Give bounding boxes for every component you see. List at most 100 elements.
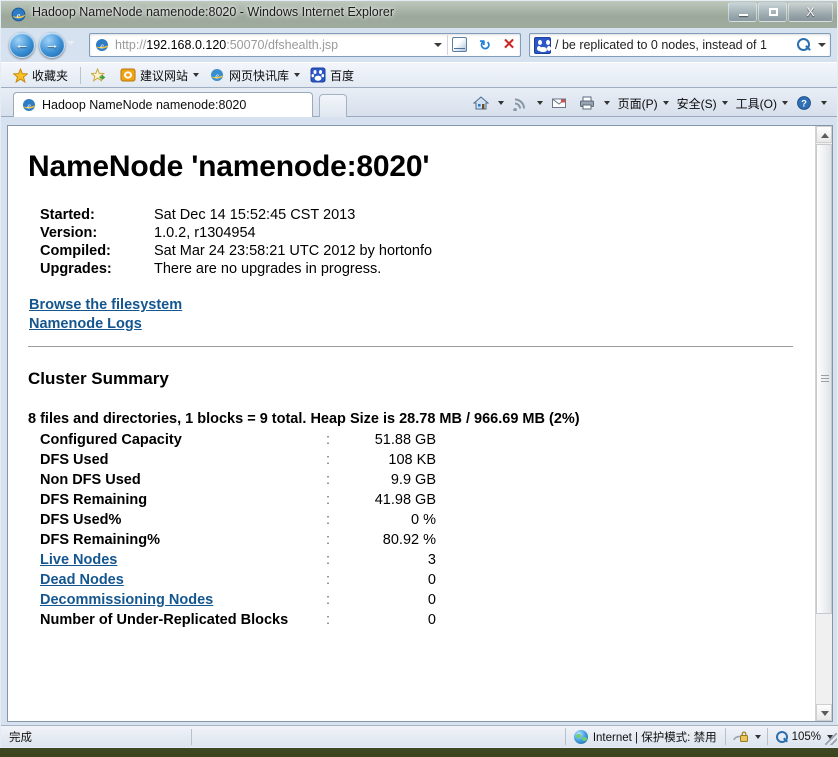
safety-menu-button[interactable]: 安全(S) (673, 92, 732, 114)
address-dropdown-icon[interactable] (429, 34, 447, 56)
forward-button[interactable]: → (39, 32, 65, 58)
divider (191, 728, 192, 745)
home-icon (472, 95, 489, 111)
svg-text:?: ? (801, 99, 807, 110)
link-dead-nodes[interactable]: Dead Nodes (40, 572, 124, 588)
resize-grip-icon[interactable] (825, 733, 837, 745)
meta-key: Version: (40, 225, 98, 241)
divider (80, 66, 82, 84)
chevron-down-icon[interactable] (782, 101, 788, 105)
minimize-button[interactable] (728, 2, 757, 22)
favorites-center-button[interactable]: 收藏夹 (9, 65, 72, 85)
search-provider-dropdown-icon[interactable] (814, 35, 830, 55)
address-bar[interactable]: e http://192.168.0.120:50070/dfshealth.j… (89, 33, 521, 57)
scroll-up-button[interactable] (816, 126, 832, 143)
chevron-down-icon[interactable] (603, 101, 610, 105)
recent-pages-dropdown-icon[interactable] (67, 41, 75, 45)
page-menu-button[interactable]: 页面(P) (614, 92, 673, 114)
home-button[interactable] (469, 92, 508, 114)
link-browse-the-filesystem[interactable]: Browse the filesystem (29, 296, 793, 315)
stat-value: 0 (427, 612, 436, 628)
address-scheme: http:// (115, 38, 147, 52)
stat-colon: : (326, 532, 331, 548)
lock-icon (732, 729, 749, 744)
tab-hadoop-namenode[interactable]: e Hadoop NameNode namenode:8020 (13, 92, 313, 117)
star-icon (13, 67, 28, 83)
compatibility-view-button[interactable] (448, 34, 472, 56)
stat-colon: : (326, 452, 331, 468)
stop-button[interactable]: ✕ (496, 34, 520, 56)
ie-browser-window: e Hadoop NameNode namenode:8020 - Window… (0, 0, 838, 748)
stat-label-decommissioning-nodes: Decommissioning Nodes (40, 590, 326, 610)
chevron-down-icon[interactable] (536, 101, 543, 105)
meta-value: There are no upgrades in progress. (154, 261, 382, 277)
feeds-button[interactable] (508, 92, 547, 114)
back-arrow-icon: ← (14, 36, 30, 53)
close-button[interactable]: X (788, 2, 833, 22)
favorite-label: 建议网站 (140, 68, 189, 83)
privacy-settings-button[interactable] (724, 728, 767, 745)
meta-value: 1.0.2, r1304954 (154, 225, 256, 241)
meta-key: Upgrades: (40, 261, 112, 277)
svg-text:e: e (215, 72, 219, 81)
tools-menu-button[interactable]: 工具(O) (732, 92, 792, 114)
chevron-down-icon[interactable] (294, 73, 301, 77)
refresh-button[interactable]: ↻ (472, 34, 496, 56)
page-title: NameNode 'namenode:8020' (28, 150, 430, 183)
scroll-down-button[interactable] (816, 704, 832, 721)
page-vertical-scrollbar[interactable] (815, 126, 832, 721)
search-box[interactable]: / be replicated to 0 nodes, instead of 1 (529, 33, 831, 57)
globe-icon (573, 729, 588, 744)
link-namenode-logs[interactable]: Namenode Logs (29, 315, 793, 334)
link-live-nodes[interactable]: Live Nodes (40, 552, 117, 568)
favorite-item-web-slice-gallery[interactable]: e 网页快讯库 (205, 65, 304, 85)
chevron-up-icon (821, 133, 829, 138)
favorite-item-baidu[interactable]: 百度 (306, 65, 358, 85)
refresh-icon: ↻ (479, 37, 491, 53)
namenode-dfshealth-page: NameNode 'namenode:8020' Started: Sat De… (8, 126, 815, 721)
restore-button[interactable] (758, 2, 787, 22)
table-row: Dead Nodes : 0 (40, 570, 436, 590)
forward-arrow-icon: → (44, 36, 60, 53)
zoom-magnifier-icon (774, 729, 789, 744)
new-tab-button[interactable] (319, 94, 347, 117)
read-mail-button[interactable] (547, 92, 575, 114)
stat-colon: : (326, 432, 331, 448)
status-bar: 完成 Internet | 保护模式: 禁用 105% (1, 725, 838, 747)
chevron-down-icon[interactable] (193, 73, 200, 77)
baidu-paw-icon (310, 67, 326, 83)
stat-colon: : (326, 512, 331, 528)
chevron-down-icon[interactable] (721, 101, 728, 105)
stat-value: 41.98 GB (374, 492, 436, 508)
stat-colon: : (326, 472, 331, 488)
chevron-down-icon[interactable] (497, 101, 504, 105)
security-zone-label: Internet | 保护模式: 禁用 (592, 731, 717, 744)
address-input[interactable]: http://192.168.0.120:50070/dfshealth.jsp (115, 38, 429, 52)
safety-menu-label: 安全(S) (676, 96, 717, 111)
stat-label: DFS Remaining% (40, 532, 161, 548)
meta-key: Compiled: (40, 243, 111, 259)
close-icon: X (806, 5, 815, 19)
stat-value: 3 (427, 552, 436, 568)
print-button[interactable] (575, 92, 614, 114)
search-icon[interactable] (794, 35, 814, 55)
stat-value: 0 (427, 592, 436, 608)
scrollbar-thumb[interactable] (816, 144, 832, 614)
address-path: :50070/dfshealth.jsp (226, 38, 339, 52)
link-decommissioning-nodes[interactable]: Decommissioning Nodes (40, 592, 213, 608)
add-to-favorites-bar-button[interactable] (87, 65, 114, 85)
cluster-summary-heading: Cluster Summary (28, 369, 169, 388)
security-zone-indicator[interactable]: Internet | 保护模式: 禁用 (564, 728, 725, 745)
chevron-down-icon[interactable] (821, 101, 827, 105)
chevron-down-icon[interactable] (662, 101, 669, 105)
page-links: Browse the filesystem Namenode Logs (29, 296, 793, 334)
help-menu-button[interactable]: ? (792, 92, 831, 114)
table-row: Decommissioning Nodes : 0 (40, 590, 436, 610)
command-bar: 页面(P) 安全(S) 工具(O) ? (469, 90, 831, 116)
window-titlebar: e Hadoop NameNode namenode:8020 - Window… (1, 1, 837, 28)
favorites-label: 收藏夹 (32, 68, 69, 83)
favorite-item-suggested-sites[interactable]: 建议网站 (116, 65, 203, 85)
chevron-down-icon[interactable] (754, 734, 761, 739)
search-input[interactable]: / be replicated to 0 nodes, instead of 1 (555, 38, 794, 52)
back-button[interactable]: ← (9, 32, 35, 58)
